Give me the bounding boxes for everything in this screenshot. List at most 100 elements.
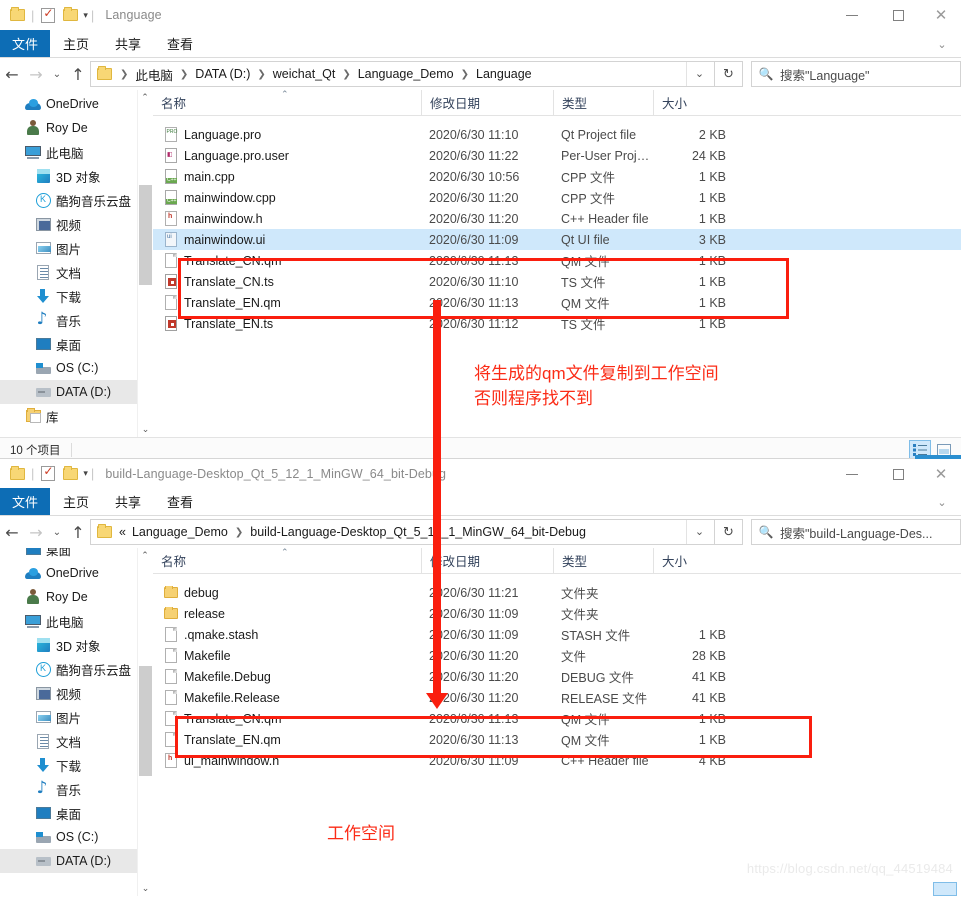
- up-button[interactable]: ↑: [66, 61, 90, 87]
- nav-item-this-pc[interactable]: 此电脑: [0, 140, 152, 164]
- scroll-down-icon[interactable]: ⌄: [138, 422, 152, 437]
- tab-home[interactable]: 主页: [50, 488, 102, 515]
- breadcrumb-item-language-demo[interactable]: Language_Demo: [131, 525, 229, 539]
- chevron-down-icon[interactable]: ⌄: [931, 488, 953, 516]
- address-bar[interactable]: ❯ 此电脑 ❯ DATA (D:) ❯ weichat_Qt ❯ Languag…: [90, 61, 715, 87]
- column-header-size[interactable]: 大小: [653, 547, 738, 574]
- nav-item-pictures[interactable]: 图片: [0, 705, 152, 729]
- nav-item-data-d[interactable]: DATA (D:): [0, 849, 152, 873]
- close-button[interactable]: ✕: [921, 0, 961, 30]
- tab-file[interactable]: 文件: [0, 488, 51, 515]
- breadcrumb-item-this-pc[interactable]: 此电脑: [134, 65, 174, 84]
- tab-file[interactable]: 文件: [0, 30, 51, 57]
- forward-button[interactable]: →: [24, 61, 48, 87]
- breadcrumb-overflow-icon[interactable]: «: [114, 525, 131, 539]
- scroll-up-icon[interactable]: ⌃: [138, 90, 152, 105]
- checkbox-icon[interactable]: [37, 463, 59, 485]
- nav-item-data-d[interactable]: DATA (D:): [0, 380, 152, 404]
- table-row[interactable]: release 2020/6/30 11:09 文件夹: [153, 603, 961, 624]
- view-mode-button-clipped[interactable]: [933, 882, 957, 896]
- tab-share[interactable]: 共享: [102, 30, 154, 57]
- maximize-button[interactable]: [875, 0, 921, 30]
- nav-item-desktop[interactable]: 桌面: [0, 332, 152, 356]
- column-header-date[interactable]: 修改日期: [421, 89, 553, 116]
- nav-item-desktop-root[interactable]: 桌面: [0, 548, 152, 561]
- nav-item-videos[interactable]: 视频: [0, 212, 152, 236]
- table-row[interactable]: h mainwindow.h 2020/6/30 11:20 C++ Heade…: [153, 208, 961, 229]
- scrollbar-thumb[interactable]: [139, 185, 152, 285]
- nav-pane-scrollbar[interactable]: ⌃ ⌄: [137, 548, 152, 896]
- nav-item-onedrive[interactable]: OneDrive: [0, 92, 152, 116]
- nav-item-onedrive[interactable]: OneDrive: [0, 561, 152, 585]
- table-row[interactable]: Translate_CN.qm 2020/6/30 11:13 QM 文件 1 …: [153, 708, 961, 729]
- table-row[interactable]: Translate_CN.qm 2020/6/30 11:13 QM 文件 1 …: [153, 250, 961, 271]
- nav-item-pictures[interactable]: 图片: [0, 236, 152, 260]
- nav-item-downloads[interactable]: 下载: [0, 753, 152, 777]
- nav-item-documents[interactable]: 文档: [0, 260, 152, 284]
- table-row[interactable]: debug 2020/6/30 11:21 文件夹: [153, 582, 961, 603]
- quick-access-toolbar[interactable]: | ▾ |: [0, 4, 97, 26]
- breadcrumb-item-language[interactable]: Language: [475, 67, 533, 81]
- table-row[interactable]: Translate_CN.ts 2020/6/30 11:10 TS 文件 1 …: [153, 271, 961, 292]
- tab-view[interactable]: 查看: [154, 30, 206, 57]
- breadcrumb-item-language-demo[interactable]: Language_Demo: [357, 67, 455, 81]
- forward-button[interactable]: →: [24, 519, 48, 545]
- nav-item-documents[interactable]: 文档: [0, 729, 152, 753]
- folder-icon[interactable]: [59, 4, 81, 26]
- nav-item-music[interactable]: 音乐: [0, 777, 152, 801]
- maximize-button[interactable]: [875, 459, 921, 489]
- refresh-button[interactable]: ↻: [715, 519, 743, 545]
- table-row[interactable]: Makefile.Release 2020/6/30 11:20 RELEASE…: [153, 687, 961, 708]
- table-row[interactable]: ui mainwindow.ui 2020/6/30 11:09 Qt UI f…: [153, 229, 961, 250]
- table-row[interactable]: Translate_EN.ts 2020/6/30 11:12 TS 文件 1 …: [153, 313, 961, 334]
- nav-item-3d-objects[interactable]: 3D 对象: [0, 164, 152, 188]
- address-bar[interactable]: « Language_Demo ❯ build-Language-Desktop…: [90, 519, 715, 545]
- nav-item-3d-objects[interactable]: 3D 对象: [0, 633, 152, 657]
- nav-item-roy-de[interactable]: Roy De: [0, 585, 152, 609]
- table-row[interactable]: Translate_EN.qm 2020/6/30 11:13 QM 文件 1 …: [153, 292, 961, 313]
- chevron-down-icon[interactable]: ⌄: [931, 30, 953, 58]
- folder-icon[interactable]: [59, 463, 81, 485]
- column-header-type[interactable]: 类型: [553, 89, 653, 116]
- column-header-name[interactable]: 名称 ⌃: [153, 548, 421, 574]
- quick-access-toolbar[interactable]: | ▾ |: [0, 463, 97, 485]
- table-row[interactable]: C++ main.cpp 2020/6/30 10:56 CPP 文件 1 KB: [153, 166, 961, 187]
- breadcrumb-item-data-d[interactable]: DATA (D:): [194, 67, 251, 81]
- chevron-down-icon[interactable]: ⌄: [686, 62, 712, 86]
- nav-item-roy-de[interactable]: Roy De: [0, 116, 152, 140]
- table-row[interactable]: h ui_mainwindow.h 2020/6/30 11:09 C++ He…: [153, 750, 961, 771]
- breadcrumb-item-weichat-qt[interactable]: weichat_Qt: [272, 67, 337, 81]
- recent-locations-button[interactable]: ⌄: [48, 519, 66, 545]
- scroll-up-icon[interactable]: ⌃: [138, 548, 152, 563]
- refresh-button[interactable]: ↻: [715, 61, 743, 87]
- table-row[interactable]: .qmake.stash 2020/6/30 11:09 STASH 文件 1 …: [153, 624, 961, 645]
- nav-item-os-c[interactable]: OS (C:): [0, 356, 152, 380]
- scrollbar-thumb[interactable]: [139, 666, 152, 776]
- nav-item-os-c[interactable]: OS (C:): [0, 825, 152, 849]
- tab-share[interactable]: 共享: [102, 488, 154, 515]
- nav-item-this-pc[interactable]: 此电脑: [0, 609, 152, 633]
- tab-view[interactable]: 查看: [154, 488, 206, 515]
- nav-item-kugou-cloud[interactable]: K 酷狗音乐云盘: [0, 657, 152, 681]
- column-header-name[interactable]: 名称 ⌃: [153, 90, 421, 116]
- table-row[interactable]: PRO Language.pro 2020/6/30 11:10 Qt Proj…: [153, 124, 961, 145]
- minimize-button[interactable]: [829, 0, 875, 30]
- up-button[interactable]: ↑: [66, 519, 90, 545]
- table-row[interactable]: Translate_EN.qm 2020/6/30 11:13 QM 文件 1 …: [153, 729, 961, 750]
- back-button[interactable]: ←: [0, 61, 24, 87]
- back-button[interactable]: ←: [0, 519, 24, 545]
- checkbox-icon[interactable]: [37, 4, 59, 26]
- table-row[interactable]: C++ mainwindow.cpp 2020/6/30 11:20 CPP 文…: [153, 187, 961, 208]
- nav-item-videos[interactable]: 视频: [0, 681, 152, 705]
- tab-home[interactable]: 主页: [50, 30, 102, 57]
- column-header-size[interactable]: 大小: [653, 89, 738, 116]
- column-header-type[interactable]: 类型: [553, 547, 653, 574]
- table-row[interactable]: Makefile.Debug 2020/6/30 11:20 DEBUG 文件 …: [153, 666, 961, 687]
- table-row[interactable]: Makefile 2020/6/30 11:20 文件 28 KB: [153, 645, 961, 666]
- nav-item-music[interactable]: 音乐: [0, 308, 152, 332]
- table-row[interactable]: ◧ Language.pro.user 2020/6/30 11:22 Per-…: [153, 145, 961, 166]
- recent-locations-button[interactable]: ⌄: [48, 61, 66, 87]
- nav-pane-scrollbar[interactable]: ⌃ ⌄: [137, 90, 152, 437]
- chevron-down-icon[interactable]: ⌄: [686, 520, 712, 544]
- search-input[interactable]: 🔍 搜索"build-Language-Des...: [751, 519, 961, 545]
